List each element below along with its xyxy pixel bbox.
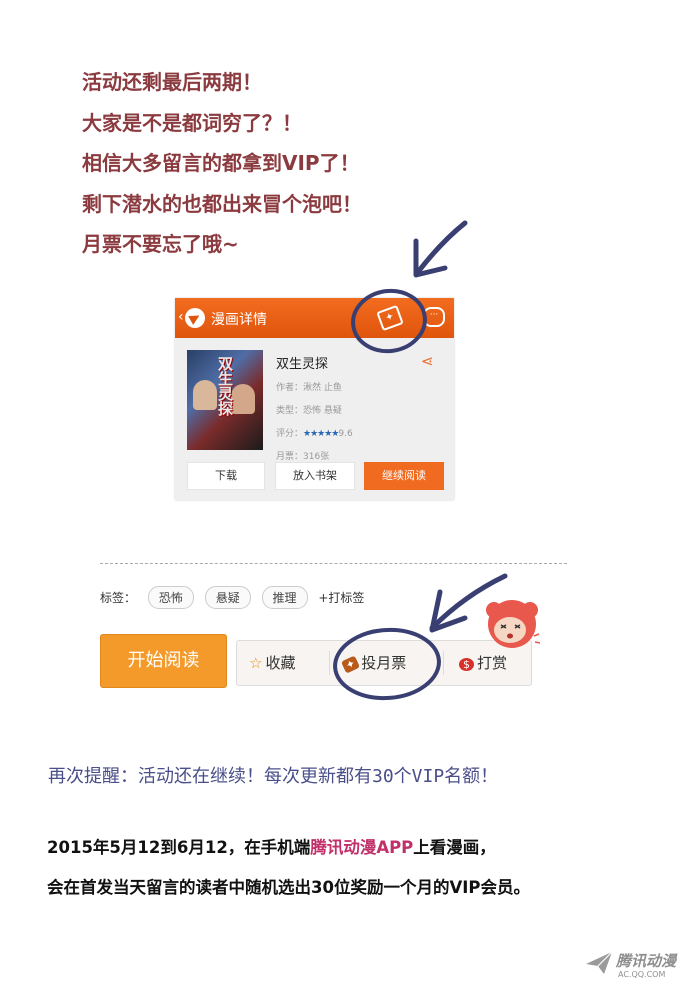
reminder-text: 再次提醒：活动还在继续！每次更新都有30个VIP名额！ [48, 766, 499, 787]
app-name-highlight: 腾讯动漫APP [310, 838, 414, 857]
watermark-url: AC.QQ.COM [618, 970, 666, 979]
watermark: 腾讯动漫 AC.QQ.COM [584, 950, 676, 980]
paper-plane-logo-icon [586, 951, 613, 974]
event-text: 上看漫画， [413, 838, 496, 857]
event-text: 2015年5月12到6月12，在手机端 [47, 838, 311, 857]
event-description-line-1: 2015年5月12到6月12，在手机端腾讯动漫APP上看漫画， [47, 834, 496, 858]
watermark-text: 腾讯动漫 [616, 952, 677, 970]
event-description-line-2: 会在首发当天留言的读者中随机选出30位奖励一个月的VIP会员。 [47, 878, 530, 897]
